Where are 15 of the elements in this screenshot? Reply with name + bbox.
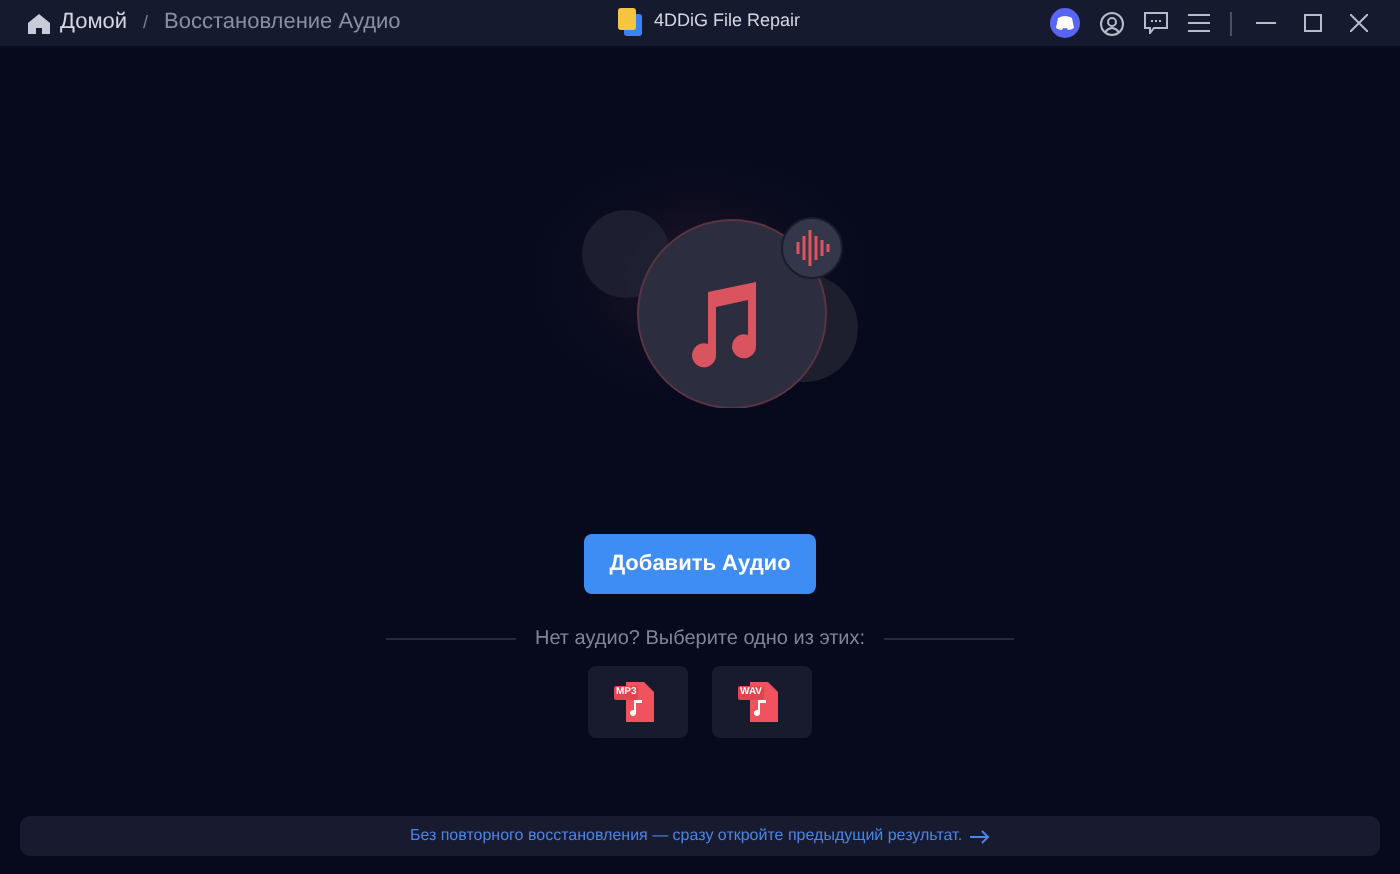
home-icon[interactable] [28, 13, 50, 33]
chat-bubble-icon[interactable] [1050, 8, 1080, 38]
add-audio-button[interactable]: Добавить Аудио [584, 534, 816, 594]
close-icon[interactable] [1350, 14, 1368, 32]
app-logo-icon [618, 8, 642, 36]
window-title: 4DDiG File Repair [654, 8, 801, 35]
breadcrumb-separator: / [143, 9, 149, 36]
arrow-right-icon [970, 829, 991, 843]
message-icon[interactable] [1144, 12, 1168, 34]
account-icon[interactable] [1100, 11, 1124, 35]
home-link[interactable]: Домой [60, 6, 128, 40]
samples-heading: Нет аудио? Выберите одно из этих: [534, 626, 866, 654]
breadcrumb-current: Восстановление Аудио [164, 8, 401, 39]
menu-icon[interactable] [1188, 14, 1210, 32]
maximize-icon[interactable] [1304, 14, 1322, 32]
